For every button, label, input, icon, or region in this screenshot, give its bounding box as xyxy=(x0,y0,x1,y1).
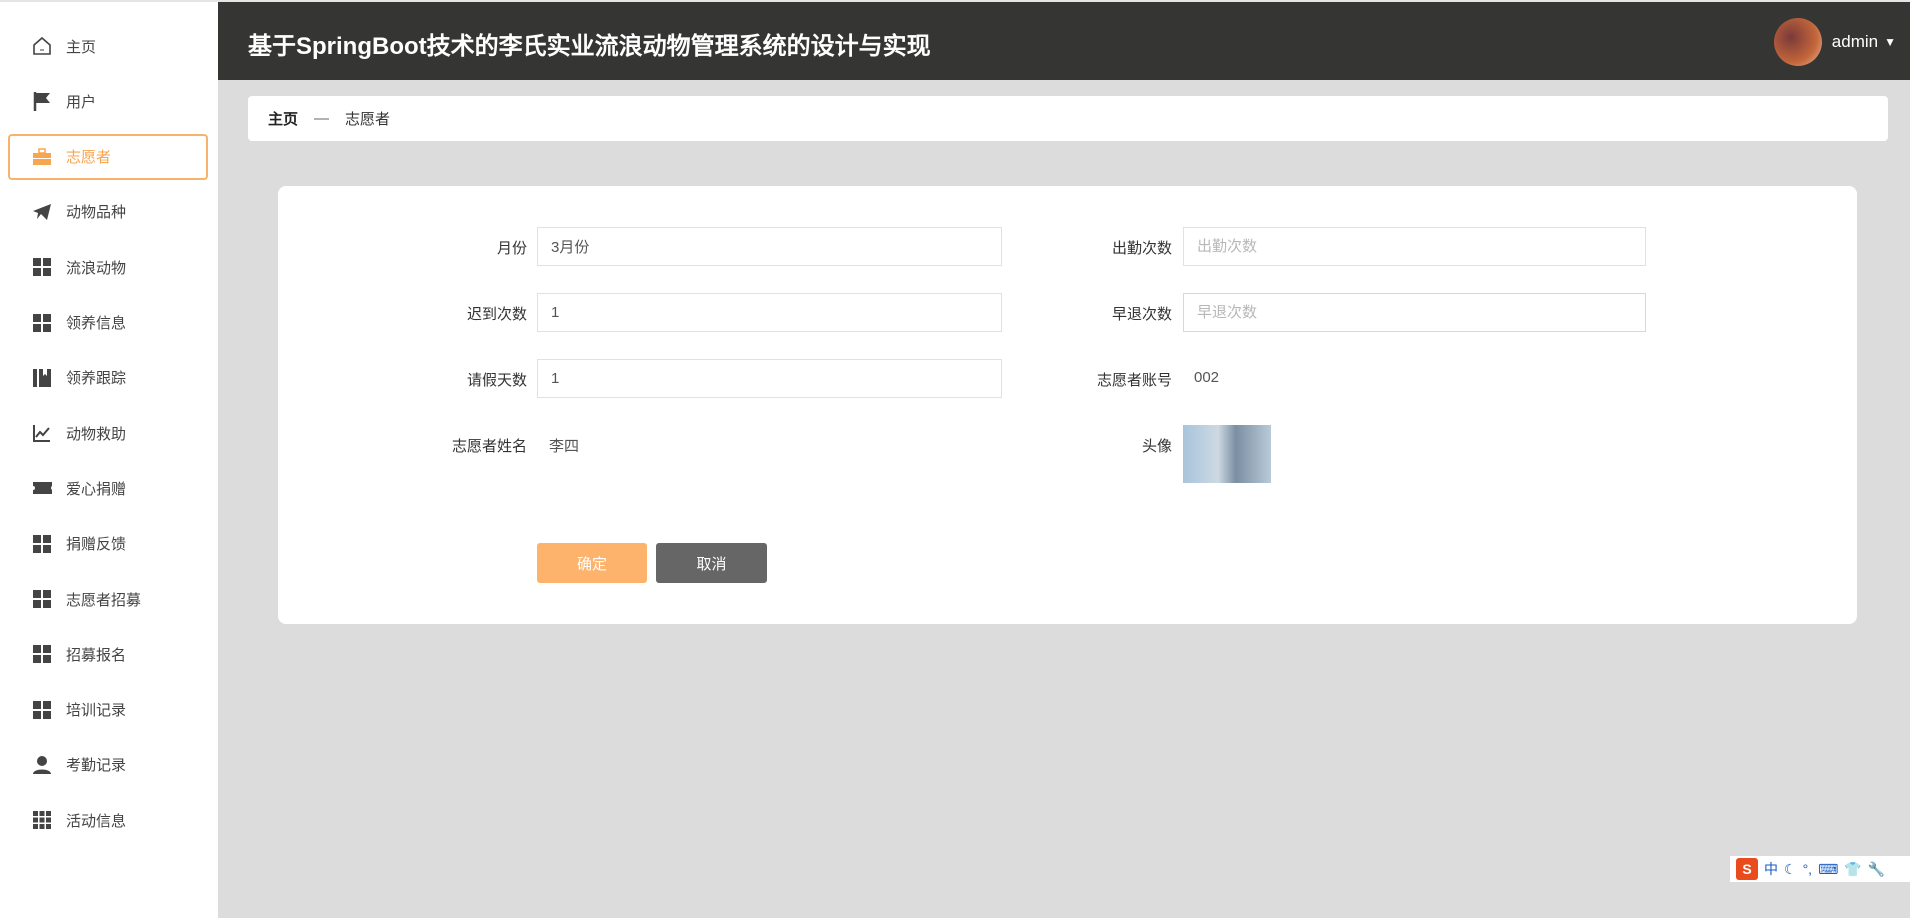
shirt-icon[interactable]: 👕 xyxy=(1844,861,1861,878)
attendance-input[interactable] xyxy=(1183,227,1646,266)
grid-icon xyxy=(32,534,52,554)
sidebar-item-label: 捐赠反馈 xyxy=(66,536,127,554)
sidebar-item-label: 主页 xyxy=(66,38,97,56)
sidebar-item-label: 领养跟踪 xyxy=(66,370,127,388)
sidebar-item[interactable]: 流浪动物 xyxy=(8,244,208,290)
breadcrumb-current: 志愿者 xyxy=(345,111,391,128)
sidebar-item[interactable]: 培训记录 xyxy=(8,687,208,733)
app-title: 基于SpringBoot技术的李氏实业流浪动物管理系统的设计与实现 xyxy=(248,33,931,60)
month-label: 月份 xyxy=(496,240,527,257)
sidebar-item-label: 爱心捐赠 xyxy=(66,480,127,498)
caret-down-icon: ▼ xyxy=(1884,35,1896,49)
chart-line-icon xyxy=(32,423,52,443)
sidebar-item[interactable]: 招募报名 xyxy=(8,631,208,677)
late-input[interactable] xyxy=(537,293,1002,332)
sidebar-item-label: 用户 xyxy=(66,93,97,111)
early-leave-label: 早退次数 xyxy=(1111,306,1172,323)
breadcrumb-home[interactable]: 主页 xyxy=(268,108,298,129)
sogou-logo-icon: S xyxy=(1736,858,1758,880)
user-menu[interactable]: admin ▼ xyxy=(1773,18,1896,66)
attendance-label: 出勤次数 xyxy=(1111,240,1172,257)
account-label: 志愿者账号 xyxy=(1096,372,1172,389)
flag-icon xyxy=(32,91,52,112)
sidebar: 主页用户志愿者动物品种流浪动物领养信息领养跟踪动物救助爱心捐赠捐赠反馈志愿者招募… xyxy=(0,0,218,918)
paper-plane-icon xyxy=(32,202,52,222)
sidebar-item[interactable]: 志愿者 xyxy=(8,133,208,180)
sidebar-item-label: 流浪动物 xyxy=(66,259,127,277)
confirm-button[interactable]: 确定 xyxy=(537,543,647,583)
avatar-image[interactable] xyxy=(1183,425,1271,483)
sidebar-item[interactable]: 捐赠反馈 xyxy=(8,521,208,567)
sidebar-item-label: 活动信息 xyxy=(66,812,127,830)
early-leave-input[interactable] xyxy=(1183,293,1646,332)
avatar-label: 头像 xyxy=(1141,438,1172,455)
wrench-icon[interactable]: 🔧 xyxy=(1868,861,1885,878)
name-label: 志愿者姓名 xyxy=(451,438,527,455)
apps-icon xyxy=(32,810,52,830)
sidebar-item[interactable]: 用户 xyxy=(8,78,208,124)
sidebar-item-label: 考勤记录 xyxy=(66,757,127,775)
username: admin xyxy=(1831,32,1879,51)
sidebar-item-label: 志愿者招募 xyxy=(66,591,142,609)
sidebar-item[interactable]: 领养跟踪 xyxy=(8,355,208,401)
grid-icon xyxy=(32,589,52,609)
keyboard-icon[interactable]: ⌨ xyxy=(1818,861,1838,878)
ime-language[interactable]: 中 xyxy=(1764,859,1778,879)
moon-icon[interactable]: ☾ xyxy=(1784,861,1797,878)
sidebar-item[interactable]: 主页 xyxy=(8,23,208,69)
grid-icon xyxy=(32,257,52,277)
sidebar-item-label: 动物救助 xyxy=(66,425,127,443)
sidebar-item[interactable]: 爱心捐赠 xyxy=(8,465,208,511)
sidebar-item-label: 领养信息 xyxy=(66,315,127,332)
leave-days-label: 请假天数 xyxy=(466,372,527,389)
late-label: 迟到次数 xyxy=(466,306,527,323)
sidebar-item[interactable]: 志愿者招募 xyxy=(8,576,208,622)
sidebar-item[interactable]: 考勤记录 xyxy=(8,742,208,788)
sidebar-item-label: 培训记录 xyxy=(66,702,127,720)
book-icon xyxy=(32,368,52,388)
sidebar-item-label: 动物品种 xyxy=(66,204,127,222)
breadcrumb: 主页 — 志愿者 xyxy=(248,96,1888,141)
sidebar-item[interactable]: 动物品种 xyxy=(8,189,208,235)
ticket-icon xyxy=(32,478,52,498)
ime-toolbar[interactable]: S 中 ☾ °, ⌨ 👕 🔧 xyxy=(1730,856,1910,882)
briefcase-icon xyxy=(32,147,52,167)
home-icon xyxy=(32,36,52,56)
name-value: 李四 xyxy=(549,438,580,455)
month-input[interactable] xyxy=(537,227,1002,266)
avatar xyxy=(1773,18,1822,66)
user-icon xyxy=(32,755,52,775)
grid-icon xyxy=(32,313,52,333)
grid-icon xyxy=(32,644,52,664)
sidebar-item-label: 志愿者 xyxy=(66,149,112,167)
breadcrumb-separator: — xyxy=(314,110,330,127)
grid-icon xyxy=(32,700,52,720)
sidebar-item[interactable]: 活动信息 xyxy=(8,797,208,843)
account-value: 002 xyxy=(1194,369,1220,386)
leave-days-input[interactable] xyxy=(537,359,1002,398)
sidebar-item[interactable]: 领养信息 xyxy=(8,300,208,346)
sidebar-item[interactable]: 动物救助 xyxy=(8,410,208,456)
punctuation-icon[interactable]: °, xyxy=(1803,861,1813,877)
sidebar-item-label: 招募报名 xyxy=(66,646,127,664)
header: 基于SpringBoot技术的李氏实业流浪动物管理系统的设计与实现 admin … xyxy=(218,0,1910,80)
cancel-button[interactable]: 取消 xyxy=(656,543,767,583)
